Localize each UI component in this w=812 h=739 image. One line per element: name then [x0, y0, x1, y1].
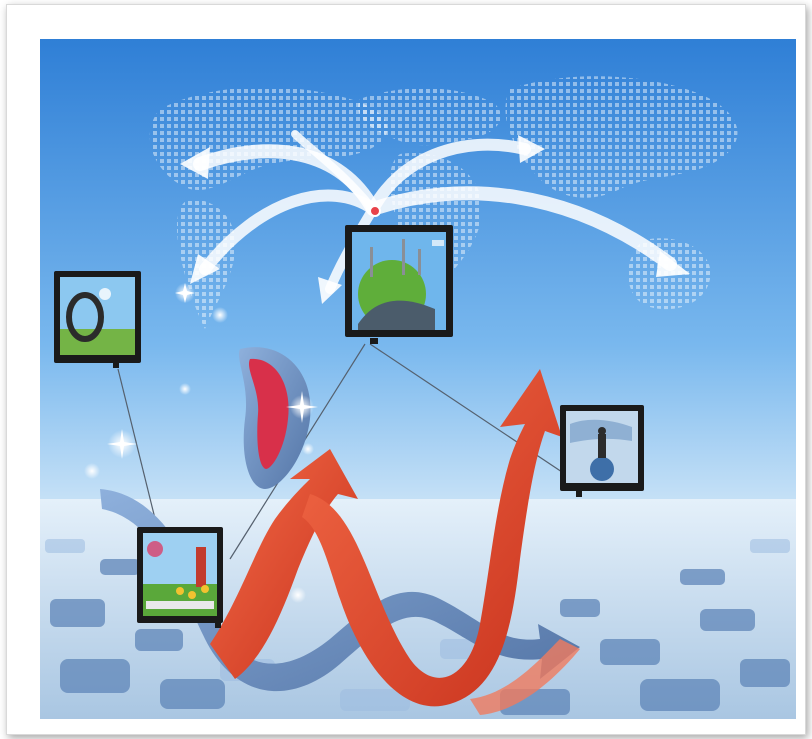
illustration: [40, 39, 796, 719]
photo-frame: [6, 4, 806, 735]
monitor-bottom: [137, 527, 223, 628]
monitor-right: [560, 405, 644, 497]
monitor-left: [54, 271, 141, 368]
network-hub-dot: [369, 205, 381, 217]
monitor-center: [345, 225, 453, 344]
